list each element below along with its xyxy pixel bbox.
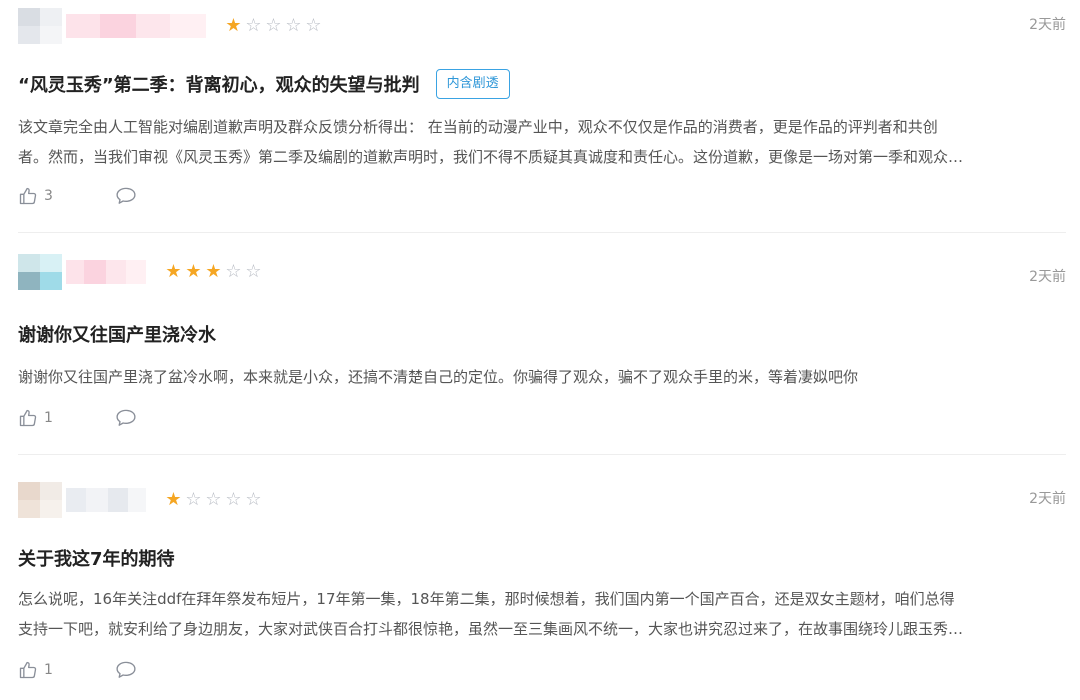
review-body-line: 者。然而，当我们审视《风灵玉秀》第二季及编剧的道歉声明时，我们不得不质疑其真诚度… [18, 148, 964, 166]
review-title[interactable]: 关于我这7年的期待 [18, 545, 175, 571]
like-button[interactable]: 1 [18, 408, 53, 428]
star-filled-icon: ★ [165, 261, 182, 282]
review-actions: 1 [18, 658, 137, 682]
star-filled-icon: ★ [165, 489, 182, 510]
review-body-line: 该文章完全由人工智能对编剧道歉声明及群众反馈分析得出： 在当前的动漫产业中，观众… [18, 118, 938, 136]
star-empty-icon: ☆ [265, 15, 282, 36]
star-empty-icon: ☆ [285, 15, 302, 36]
star-empty-icon: ☆ [305, 15, 322, 36]
review-body-line: 怎么说呢，16年关注ddf在拜年祭发布短片，17年第一集，18年第二集，那时候想… [18, 590, 955, 608]
star-empty-icon: ☆ [185, 489, 202, 510]
comment-button[interactable] [115, 408, 137, 428]
avatar[interactable] [18, 8, 62, 44]
like-button[interactable]: 3 [18, 186, 53, 206]
review-title-row: 关于我这7年的期待 [18, 542, 175, 574]
username-blurred[interactable] [66, 488, 146, 512]
review-body[interactable]: 怎么说呢，16年关注ddf在拜年祭发布短片，17年第一集，18年第二集，那时候想… [18, 584, 1068, 644]
like-button[interactable]: 1 [18, 660, 53, 680]
like-count: 3 [44, 188, 53, 204]
star-empty-icon: ☆ [205, 489, 222, 510]
username-blurred[interactable] [66, 260, 146, 284]
review-actions: 1 [18, 406, 137, 430]
review-title-row: 谢谢你又往国产里浇冷水 [18, 318, 216, 350]
star-rating: ★ ☆ ☆ ☆ ☆ [164, 491, 263, 509]
review-body[interactable]: 该文章完全由人工智能对编剧道歉声明及群众反馈分析得出： 在当前的动漫产业中，观众… [18, 112, 1068, 172]
review-actions: 3 [18, 184, 137, 208]
thumbs-up-icon[interactable] [18, 186, 38, 206]
divider [18, 232, 1066, 233]
comment-icon[interactable] [115, 408, 137, 428]
comment-icon[interactable] [115, 660, 137, 680]
star-filled-icon: ★ [225, 15, 242, 36]
like-count: 1 [44, 662, 53, 678]
avatar[interactable] [18, 254, 62, 290]
review-title[interactable]: 谢谢你又往国产里浇冷水 [18, 321, 216, 347]
thumbs-up-icon[interactable] [18, 408, 38, 428]
review-user-row: ★ ★ ★ ☆ ☆ [18, 252, 263, 292]
username-blurred[interactable] [66, 14, 206, 38]
star-rating: ★ ☆ ☆ ☆ ☆ [224, 17, 323, 35]
review-title[interactable]: “风灵玉秀”第二季：背离初心，观众的失望与批判 [18, 71, 420, 97]
review-body-line: 谢谢你又往国产里浇了盆冷水啊，本来就是小众，还搞不清楚自己的定位。你骗得了观众，… [18, 368, 859, 386]
star-empty-icon: ☆ [245, 489, 262, 510]
review-time: 2天前 [1029, 491, 1066, 507]
comment-button[interactable] [115, 186, 137, 206]
review-title-row: “风灵玉秀”第二季：背离初心，观众的失望与批判 内含剧透 [18, 68, 510, 100]
avatar[interactable] [18, 482, 62, 518]
review-user-row: ★ ☆ ☆ ☆ ☆ [18, 480, 263, 520]
review-time: 2天前 [1029, 17, 1066, 33]
thumbs-up-icon[interactable] [18, 660, 38, 680]
star-filled-icon: ★ [185, 261, 202, 282]
comment-icon[interactable] [115, 186, 137, 206]
divider [18, 454, 1066, 455]
star-empty-icon: ☆ [225, 489, 242, 510]
review-user-row: ★ ☆ ☆ ☆ ☆ [18, 6, 323, 46]
comment-button[interactable] [115, 660, 137, 680]
review-body[interactable]: 谢谢你又往国产里浇了盆冷水啊，本来就是小众，还搞不清楚自己的定位。你骗得了观众，… [18, 362, 1068, 392]
review-list: ★ ☆ ☆ ☆ ☆ 2天前 “风灵玉秀”第二季：背离初心，观众的失望与批判 内含剧透 该文章完全… [0, 0, 1080, 700]
star-filled-icon: ★ [205, 261, 222, 282]
review-body-line: 支持一下吧，就安利给了身边朋友，大家对武侠百合打斗都很惊艳，虽然一至三集画风不统… [18, 620, 964, 638]
star-empty-icon: ☆ [245, 15, 262, 36]
star-empty-icon: ☆ [245, 261, 262, 282]
star-empty-icon: ☆ [225, 261, 242, 282]
star-rating: ★ ★ ★ ☆ ☆ [164, 263, 263, 281]
review-time: 2天前 [1029, 269, 1066, 285]
like-count: 1 [44, 410, 53, 426]
spoiler-tag[interactable]: 内含剧透 [435, 69, 510, 99]
